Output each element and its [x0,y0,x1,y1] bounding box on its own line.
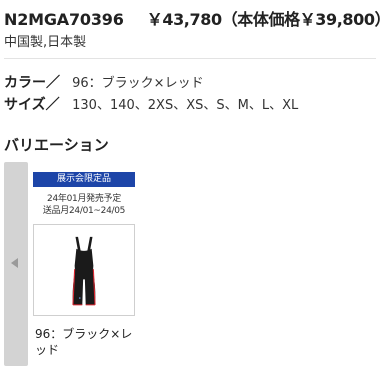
shipping-period-note: 送品月24/01~24/05 [42,206,126,216]
color-spec-label: カラー／ [4,75,60,91]
country-of-origin: 中国製,日本製 [4,35,87,50]
size-spec-label: サイズ／ [4,97,60,113]
product-heading: N2MGA70396 ￥43,780（本体価格￥39,800） [4,6,380,30]
product-model-number: N2MGA70396 [4,10,124,29]
variation-color-label: 96：ブラック×レッド [35,327,133,357]
size-spec-value: 130、140、2XS、XS、S、M、L、XL [72,98,299,113]
variation-heading: バリエーション [4,136,109,154]
variation-thumbnail[interactable] [33,224,135,316]
variation-card[interactable]: 展示会限定品 24年01月発売予定 送品月24/01~24/05 96：ブラック… [33,172,135,362]
product-price: ￥43,780（本体価格￥39,800） [146,10,380,29]
color-spec: カラー／ 96：ブラック×レッド [4,72,204,92]
carousel-prev-button[interactable] [4,162,28,366]
release-date-note: 24年01月発売予定 [47,194,121,204]
color-spec-value: 96：ブラック×レッド [72,76,204,91]
limited-edition-badge: 展示会限定品 [33,172,135,187]
section-divider [4,58,376,59]
swimsuit-image [72,236,96,306]
chevron-left-icon [11,258,18,268]
size-spec: サイズ／ 130、140、2XS、XS、S、M、L、XL [4,94,298,114]
